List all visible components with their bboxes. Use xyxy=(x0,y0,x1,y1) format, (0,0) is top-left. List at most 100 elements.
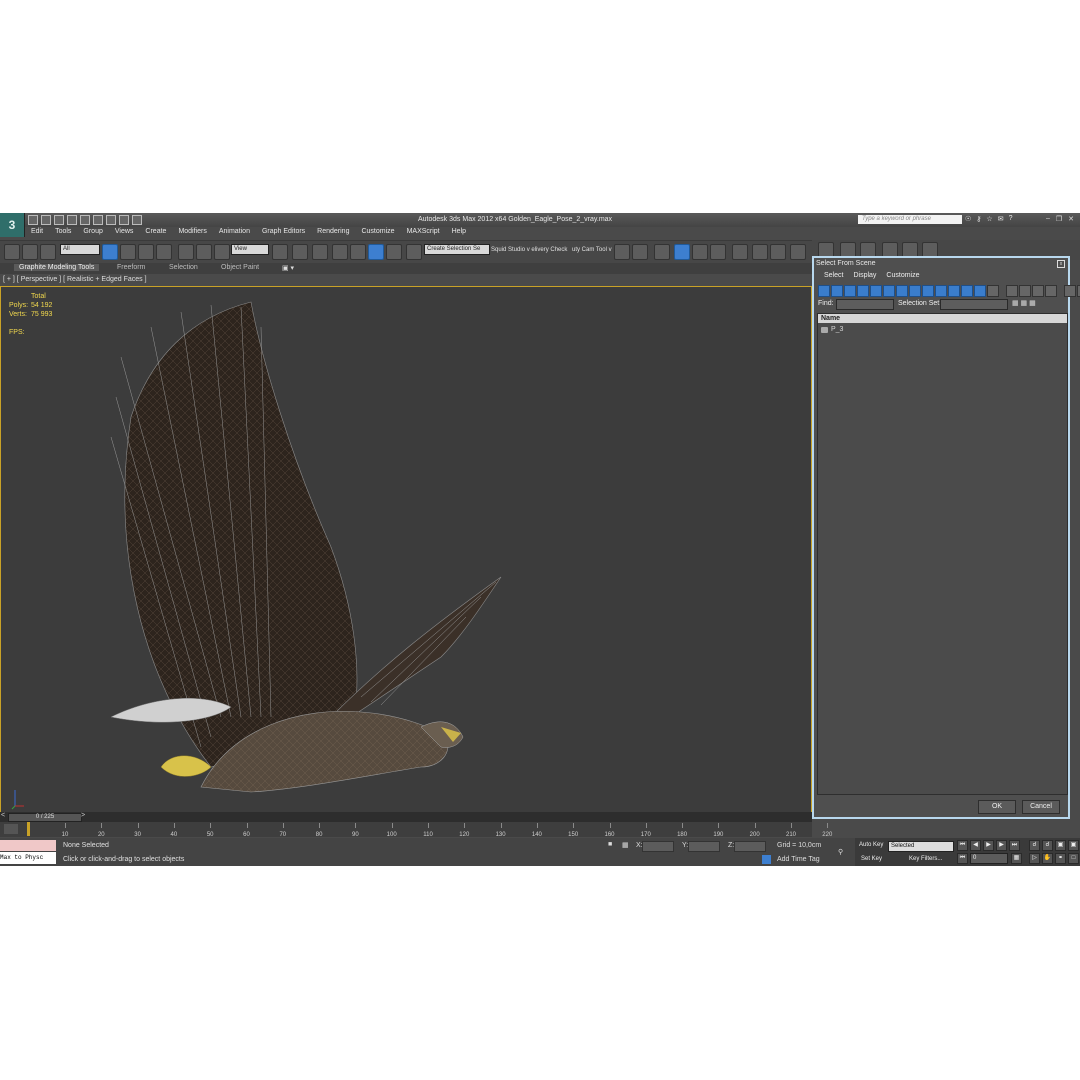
track-bar[interactable]: 10 20 30 40 50 60 70 80 90 100 110 120 130 140 150 160 1… xyxy=(0,822,832,838)
time-slider-track[interactable]: < 0 / 225 > xyxy=(0,812,812,822)
redo-icon[interactable] xyxy=(80,215,90,225)
rectangle-selection-icon[interactable] xyxy=(138,244,154,260)
unlink-icon[interactable] xyxy=(22,244,38,260)
current-frame-field[interactable]: 0 xyxy=(970,853,1008,864)
tab-object-paint[interactable]: Object Paint xyxy=(221,264,259,271)
display-cameras-icon[interactable] xyxy=(857,285,869,297)
x-coord-field[interactable] xyxy=(642,841,674,852)
dialog-menu-display[interactable]: Display xyxy=(853,272,876,279)
graphite-toggle-icon[interactable] xyxy=(674,244,690,260)
undo-icon[interactable] xyxy=(67,215,77,225)
go-to-end-icon[interactable]: ⏭ xyxy=(1009,840,1020,851)
ok-button[interactable]: OK xyxy=(978,800,1016,814)
go-to-start-icon[interactable]: ⏮ xyxy=(957,840,968,851)
time-config-icon[interactable]: ▦ xyxy=(1011,853,1022,864)
tab-freeform[interactable]: Freeform xyxy=(117,264,145,271)
set-key-button[interactable]: Set Key xyxy=(861,856,882,862)
rendered-frame-icon[interactable] xyxy=(770,244,786,260)
dialog-close-icon[interactable]: x xyxy=(1057,260,1065,268)
select-object-icon[interactable] xyxy=(102,244,118,260)
key-set-dropdown[interactable]: Selected xyxy=(888,841,954,852)
tab-selection[interactable]: Selection xyxy=(169,264,198,271)
project-folder-icon[interactable] xyxy=(93,215,103,225)
zoom-icon[interactable]: ☌ xyxy=(1029,840,1040,851)
app-logo-icon[interactable]: 3 xyxy=(0,213,25,237)
display-geometry-icon[interactable] xyxy=(818,285,830,297)
find-input[interactable] xyxy=(836,299,894,310)
tab-graphite-modeling-tools[interactable]: Graphite Modeling Tools xyxy=(14,264,100,271)
bind-spacewarp-icon[interactable] xyxy=(40,244,56,260)
display-all-icon[interactable] xyxy=(974,285,986,297)
curve-editor-mini-icon[interactable] xyxy=(4,824,18,834)
scale-icon[interactable] xyxy=(214,244,230,260)
display-lights-icon[interactable] xyxy=(844,285,856,297)
key-mode-icon[interactable]: ⚲ xyxy=(838,848,843,856)
window-crossing-icon[interactable] xyxy=(156,244,172,260)
dialog-menu-select[interactable]: Select xyxy=(824,272,843,279)
menu-help[interactable]: Help xyxy=(447,228,473,238)
menu-animation[interactable]: Animation xyxy=(214,228,257,238)
menu-graph-editors[interactable]: Graph Editors xyxy=(257,228,312,238)
schematic-view-icon[interactable] xyxy=(710,244,726,260)
select-all-icon[interactable] xyxy=(1019,285,1031,297)
time-slider[interactable]: 0 / 225 xyxy=(8,813,82,822)
selection-set-dropdown[interactable] xyxy=(940,299,1008,310)
binoculars-icon[interactable]: ☉ xyxy=(965,215,971,223)
keyboard-shortcut-icon[interactable] xyxy=(312,244,328,260)
edit-named-selection-icon[interactable] xyxy=(406,244,422,260)
align-icon[interactable] xyxy=(632,244,648,260)
filter-icon[interactable] xyxy=(1064,285,1076,297)
prev-frame-icon[interactable]: < xyxy=(1,812,5,819)
selection-filter-dropdown[interactable]: All xyxy=(60,244,100,255)
display-spacewarps-icon[interactable] xyxy=(883,285,895,297)
add-time-tag[interactable]: Add Time Tag xyxy=(777,856,820,863)
close-icon[interactable]: ✕ xyxy=(1068,215,1074,223)
link-icon[interactable] xyxy=(4,244,20,260)
key-mode-toggle-icon[interactable]: ⏮ xyxy=(957,853,968,864)
snaps-toggle-icon[interactable] xyxy=(332,244,348,260)
mirror-icon[interactable] xyxy=(614,244,630,260)
display-shapes-icon[interactable] xyxy=(831,285,843,297)
menu-customize[interactable]: Customize xyxy=(356,228,401,238)
minimize-icon[interactable]: – xyxy=(1046,215,1050,223)
maxscript-listener-output[interactable]: Max to Physc xyxy=(0,852,56,864)
transform-mode-icon[interactable]: ▦ xyxy=(622,841,629,849)
search-input[interactable]: Type a keyword or phrase xyxy=(858,215,962,224)
quick-access-icon[interactable] xyxy=(119,215,129,225)
menu-rendering[interactable]: Rendering xyxy=(312,228,356,238)
menu-tools[interactable]: Tools xyxy=(50,228,78,238)
previous-frame-icon[interactable]: ◀ xyxy=(970,840,981,851)
new-file-icon[interactable] xyxy=(28,215,38,225)
zoom-extents-icon[interactable]: ▣ xyxy=(1055,840,1066,851)
render-setup-icon[interactable] xyxy=(752,244,768,260)
quick-access-icon[interactable] xyxy=(132,215,142,225)
display-bones-icon[interactable] xyxy=(922,285,934,297)
y-coord-field[interactable] xyxy=(688,841,720,852)
custom-tool-label[interactable]: Squid Studio v elivery Check xyxy=(491,247,567,253)
play-icon[interactable]: ▶ xyxy=(983,840,994,851)
select-invert-icon[interactable] xyxy=(1045,285,1057,297)
layer-manager-icon[interactable] xyxy=(654,244,670,260)
cancel-button[interactable]: Cancel xyxy=(1022,800,1060,814)
custom-tool-label[interactable]: uty Cam Tool v xyxy=(572,247,612,253)
open-file-icon[interactable] xyxy=(41,215,51,225)
scene-object-list[interactable]: Name P_3 xyxy=(817,313,1068,795)
menu-maxscript[interactable]: MAXScript xyxy=(402,228,447,238)
save-file-icon[interactable] xyxy=(54,215,64,225)
select-none-icon[interactable] xyxy=(1032,285,1044,297)
select-by-name-icon[interactable] xyxy=(120,244,136,260)
curve-editor-icon[interactable] xyxy=(692,244,708,260)
field-of-view-icon[interactable]: ▷ xyxy=(1029,853,1040,864)
zoom-extents-all-icon[interactable]: ▣ xyxy=(1068,840,1079,851)
list-item[interactable]: P_3 xyxy=(821,326,843,333)
key-filters-button[interactable]: Key Filters... xyxy=(909,856,942,862)
ribbon-options-icon[interactable]: ▣ ▾ xyxy=(282,264,294,272)
column-name-header[interactable]: Name xyxy=(818,314,1067,323)
eagle-model[interactable] xyxy=(101,297,621,797)
display-invert-icon[interactable] xyxy=(1006,285,1018,297)
reference-coord-dropdown[interactable]: View xyxy=(231,244,269,255)
menu-create[interactable]: Create xyxy=(140,228,173,238)
select-manipulate-icon[interactable] xyxy=(292,244,308,260)
restore-icon[interactable]: ❐ xyxy=(1056,215,1062,223)
lock-selection-icon[interactable]: ■ xyxy=(608,841,612,848)
